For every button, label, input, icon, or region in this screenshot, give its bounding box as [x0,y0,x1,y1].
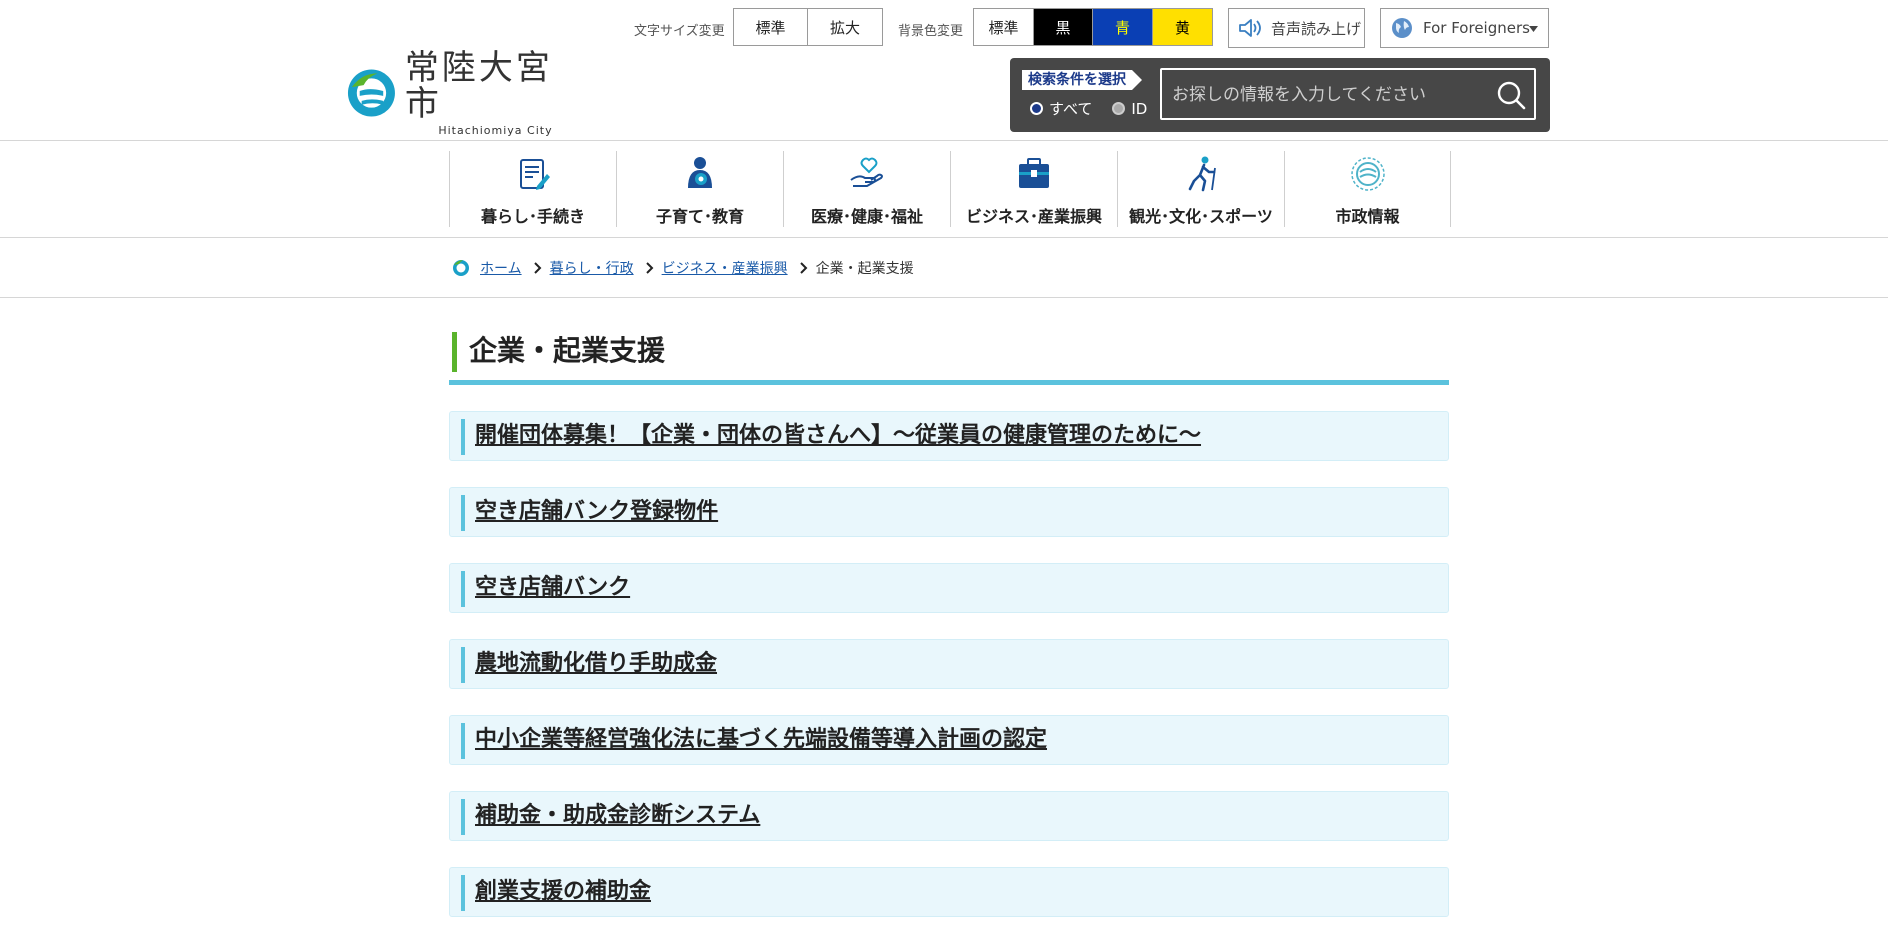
nav-divider [0,237,1888,238]
bg-black-button[interactable]: 黒 [1034,9,1093,45]
item-accent-bar [461,495,465,531]
voice-readout-button[interactable]: 音声読み上げ [1228,8,1365,48]
item-accent-bar [461,419,465,455]
utility-bar: 文字サイズ変更 標準 拡大 背景色変更 標準 黒 青 黄 音声読み上げ For … [0,8,1888,48]
nav-label: 暮らし･手続き [480,207,585,226]
list-item-link[interactable]: 農地流動化借り手助成金 [475,640,717,688]
breadcrumb-divider [0,297,1888,298]
nav-item-tourism[interactable]: 観光･文化･スポーツ [1117,151,1284,227]
nav-label: 観光･文化･スポーツ [1129,207,1273,226]
header-divider [0,140,1888,141]
bg-color-label: 背景色変更 [898,24,964,39]
item-accent-bar [461,571,465,607]
foreigners-dropdown[interactable]: For Foreigners [1380,8,1549,48]
nav-item-childcare[interactable]: 子育て･教育 [616,151,783,227]
bg-standard-button[interactable]: 標準 [974,9,1034,45]
list-item: 補助金・助成金診断システム [449,791,1449,841]
list-item: 農地流動化借り手助成金 [449,639,1449,689]
bg-color-switcher: 標準 黒 青 黄 [973,8,1213,46]
speaker-icon [1239,19,1261,37]
logo-name-jp: 常陸大宮市 [404,47,553,124]
nav-label: 医療･健康･福祉 [810,207,923,226]
breadcrumb-link-living[interactable]: 暮らし・行政 [550,258,634,278]
breadcrumb-link-business[interactable]: ビジネス・産業振興 [662,258,788,278]
city-mark-icon [347,69,395,117]
briefcase-icon [1019,158,1049,188]
font-size-switcher: 標準 拡大 [733,8,883,46]
list-item-link[interactable]: 中小企業等経営強化法に基づく先端設備等導入計画の認定 [475,716,1047,764]
caret-down-icon [1529,26,1538,32]
globe-icon [1392,18,1412,38]
home-icon [453,260,469,276]
font-size-label: 文字サイズ変更 [634,24,725,39]
heading-accent-bar [452,332,457,372]
logo-text: 常陸大宮市 Hitachiomiya City [405,50,586,137]
document-pen-icon [520,159,550,190]
breadcrumb: ホーム 暮らし・行政 ビジネス・産業振興 企業・起業支援 [452,258,914,278]
list-item: 創業支援の補助金 [449,867,1449,917]
chevron-right-icon [799,262,808,274]
search-icon[interactable] [1496,80,1526,110]
nav-item-city-info[interactable]: 市政情報 [1284,151,1451,227]
item-accent-bar [461,723,465,759]
list-item: 空き店舗バンク [449,563,1449,613]
heading-underline [449,380,1449,385]
search-panel: 検索条件を選択 すべて ID [1010,58,1550,132]
chevron-right-icon [533,262,542,274]
font-size-standard-button[interactable]: 標準 [734,9,808,45]
voice-readout-label: 音声読み上げ [1271,19,1362,38]
list-item: 空き店舗バンク登録物件 [449,487,1449,537]
page-title: 企業・起業支援 [469,334,666,367]
list-item-link[interactable]: 空き店舗バンク登録物件 [475,488,718,536]
font-size-large-button[interactable]: 拡大 [808,9,882,45]
nav-item-health[interactable]: 医療･健康･福祉 [783,151,950,227]
item-accent-bar [461,799,465,835]
breadcrumb-home-link[interactable]: ホーム [480,258,522,278]
radio-id[interactable] [1112,102,1126,115]
chevron-right-icon [645,262,654,274]
global-nav: 暮らし･手続き 子育て･教育 医療･健康･福祉 ビジネス･産業振興 観光･文化･… [449,151,1451,227]
radio-all-label[interactable]: すべて [1049,98,1092,119]
search-field [1160,68,1536,120]
radio-id-label[interactable]: ID [1131,100,1147,118]
logo-name-en: Hitachiomiya City [438,123,553,137]
bg-yellow-button[interactable]: 黄 [1153,9,1212,45]
foreigners-label: For Foreigners [1423,19,1530,37]
nav-label: 子育て･教育 [655,207,744,226]
city-emblem-icon [1350,157,1385,191]
breadcrumb-current: 企業・起業支援 [815,261,914,277]
list-item-link[interactable]: 補助金・助成金診断システム [475,792,760,840]
hiker-icon [1188,156,1216,192]
nav-label: 市政情報 [1335,207,1400,226]
nav-item-business[interactable]: ビジネス･産業振興 [950,151,1117,227]
site-logo[interactable]: 常陸大宮市 Hitachiomiya City [346,50,586,137]
radio-all[interactable] [1030,102,1043,115]
item-accent-bar [461,875,465,911]
search-condition-label: 検索条件を選択 [1022,70,1142,90]
list-item-link[interactable]: 開催団体募集！【企業・団体の皆さんへ】～従業員の健康管理のために～ [475,412,1201,460]
list-item: 開催団体募集！【企業・団体の皆さんへ】～従業員の健康管理のために～ [449,411,1449,461]
list-item: 中小企業等経営強化法に基づく先端設備等導入計画の認定 [449,715,1449,765]
list-item-link[interactable]: 空き店舗バンク [475,564,630,612]
item-accent-bar [461,647,465,683]
bg-blue-button[interactable]: 青 [1093,9,1153,45]
search-scope-radios: すべて ID [1030,98,1147,119]
nav-item-living[interactable]: 暮らし･手続き [449,151,616,227]
search-input[interactable] [1162,70,1494,120]
nav-label: ビジネス･産業振興 [965,207,1102,226]
link-list: 開催団体募集！【企業・団体の皆さんへ】～従業員の健康管理のために～ 空き店舗バン… [449,411,1449,943]
page-heading: 企業・起業支援 [449,331,1449,385]
parent-child-icon [688,157,712,188]
hand-heart-icon [850,157,883,187]
